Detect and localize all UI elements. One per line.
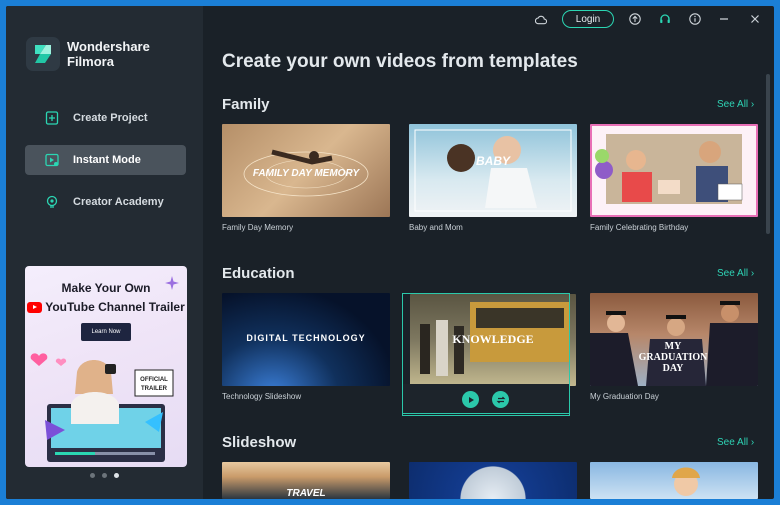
template-thumbnail-art	[595, 134, 743, 204]
section-title-slideshow: Slideshow	[222, 434, 297, 451]
template-knowledge[interactable]: KNOWLEDGE	[410, 294, 576, 386]
instant-mode-icon	[45, 153, 59, 167]
promo-carousel-dots	[90, 473, 119, 478]
template-travel[interactable]: TRAVEL	[222, 462, 390, 499]
sparkle-icon	[165, 276, 179, 290]
app-window: Wondershare Filmora Create Project Insta…	[6, 6, 774, 499]
see-all-family-link[interactable]: See All ›	[717, 99, 754, 110]
template-overlay-text: DIGITAL TECHNOLOGY	[246, 333, 366, 343]
academy-bulb-icon	[45, 195, 59, 209]
page-title: Create your own videos from templates	[222, 51, 578, 72]
template-family-celebrating-birthday[interactable]	[590, 124, 758, 217]
template-slideshow-3[interactable]	[590, 462, 758, 499]
template-caption: Family Day Memory	[222, 223, 294, 232]
youtube-logo-icon	[27, 301, 43, 313]
main-content: Create your own videos from templates Fa…	[203, 32, 774, 499]
template-overlay-text: TRAVEL	[286, 488, 326, 499]
sidebar-item-create-project[interactable]: Create Project	[25, 103, 186, 133]
template-family-day-memory[interactable]: FAMILY DAY MEMORY	[222, 124, 390, 217]
info-icon[interactable]	[689, 13, 701, 25]
template-thumbnail-art	[414, 129, 572, 212]
template-overlay-text: KNOWLEDGE	[452, 332, 534, 346]
template-caption: My Graduation Day	[590, 392, 659, 401]
plus-file-icon	[45, 111, 59, 125]
template-overlay-text: FAMILY DAY MEMORY	[252, 168, 360, 179]
template-caption: Technology Slideshow	[222, 392, 302, 401]
learn-now-button[interactable]: Learn Now	[81, 323, 131, 341]
template-hover-actions	[402, 384, 570, 414]
see-all-slideshow-link[interactable]: See All ›	[717, 437, 754, 448]
template-caption: Family Celebrating Birthday	[590, 223, 689, 232]
svg-text:TRAILER: TRAILER	[141, 386, 168, 392]
cloud-icon[interactable]	[535, 13, 547, 25]
headset-support-icon[interactable]	[659, 13, 671, 25]
promo-subtitle-row: YouTube Channel Trailer	[25, 300, 187, 314]
template-baby-and-mom[interactable]: BABY	[409, 124, 577, 217]
sidebar-item-label: Creator Academy	[73, 196, 164, 208]
template-my-graduation-day[interactable]: MY GRADUATION DAY	[590, 293, 758, 386]
section-title-education: Education	[222, 265, 295, 282]
promo-illustration: OFFICIAL TRAILER	[30, 353, 174, 462]
carousel-dot[interactable]	[90, 473, 95, 478]
see-all-label: See All	[717, 437, 749, 448]
see-all-education-link[interactable]: See All ›	[717, 268, 754, 279]
title-bar: Login	[203, 6, 774, 32]
template-overlay-text: BABY	[475, 154, 510, 168]
minimize-icon[interactable]	[718, 13, 730, 25]
sidebar-item-label: Instant Mode	[73, 154, 141, 166]
see-all-label: See All	[717, 99, 749, 110]
template-caption: Baby and Mom	[409, 223, 463, 232]
template-overlay-text: MY GRADUATION DAY	[638, 341, 708, 374]
brand-name-line2: Filmora	[67, 54, 114, 69]
carousel-dot-active[interactable]	[114, 473, 119, 478]
sidebar-item-instant-mode[interactable]: Instant Mode	[25, 145, 186, 175]
filmora-logo-icon	[26, 37, 60, 71]
brand-name: Wondershare Filmora	[67, 39, 150, 69]
brand-name-line1: Wondershare	[67, 39, 150, 54]
promo-subtitle: YouTube Channel Trailer	[45, 300, 185, 314]
login-button[interactable]: Login	[562, 10, 614, 28]
play-preview-button[interactable]	[462, 391, 479, 408]
template-technology-slideshow[interactable]: DIGITAL TECHNOLOGY	[222, 293, 390, 386]
see-all-label: See All	[717, 268, 749, 279]
sidebar-item-label: Create Project	[73, 112, 148, 124]
template-slideshow-2[interactable]	[409, 462, 577, 499]
brand: Wondershare Filmora	[26, 37, 150, 71]
svg-text:OFFICIAL: OFFICIAL	[140, 377, 168, 383]
sidebar: Wondershare Filmora Create Project Insta…	[6, 6, 203, 499]
play-icon	[468, 396, 474, 403]
promo-title: Make Your Own	[61, 281, 151, 295]
carousel-dot[interactable]	[102, 473, 107, 478]
use-template-button[interactable]	[492, 391, 509, 408]
promo-banner[interactable]: Make Your Own YouTube Channel Trailer Le…	[25, 266, 187, 467]
section-title-family: Family	[222, 96, 270, 113]
sidebar-item-creator-academy[interactable]: Creator Academy	[25, 187, 186, 217]
template-thumbnail-art	[672, 467, 700, 496]
main-scrollbar[interactable]	[766, 74, 770, 234]
upload-icon[interactable]	[629, 13, 641, 25]
swap-icon	[496, 396, 505, 403]
close-icon[interactable]	[749, 13, 761, 25]
